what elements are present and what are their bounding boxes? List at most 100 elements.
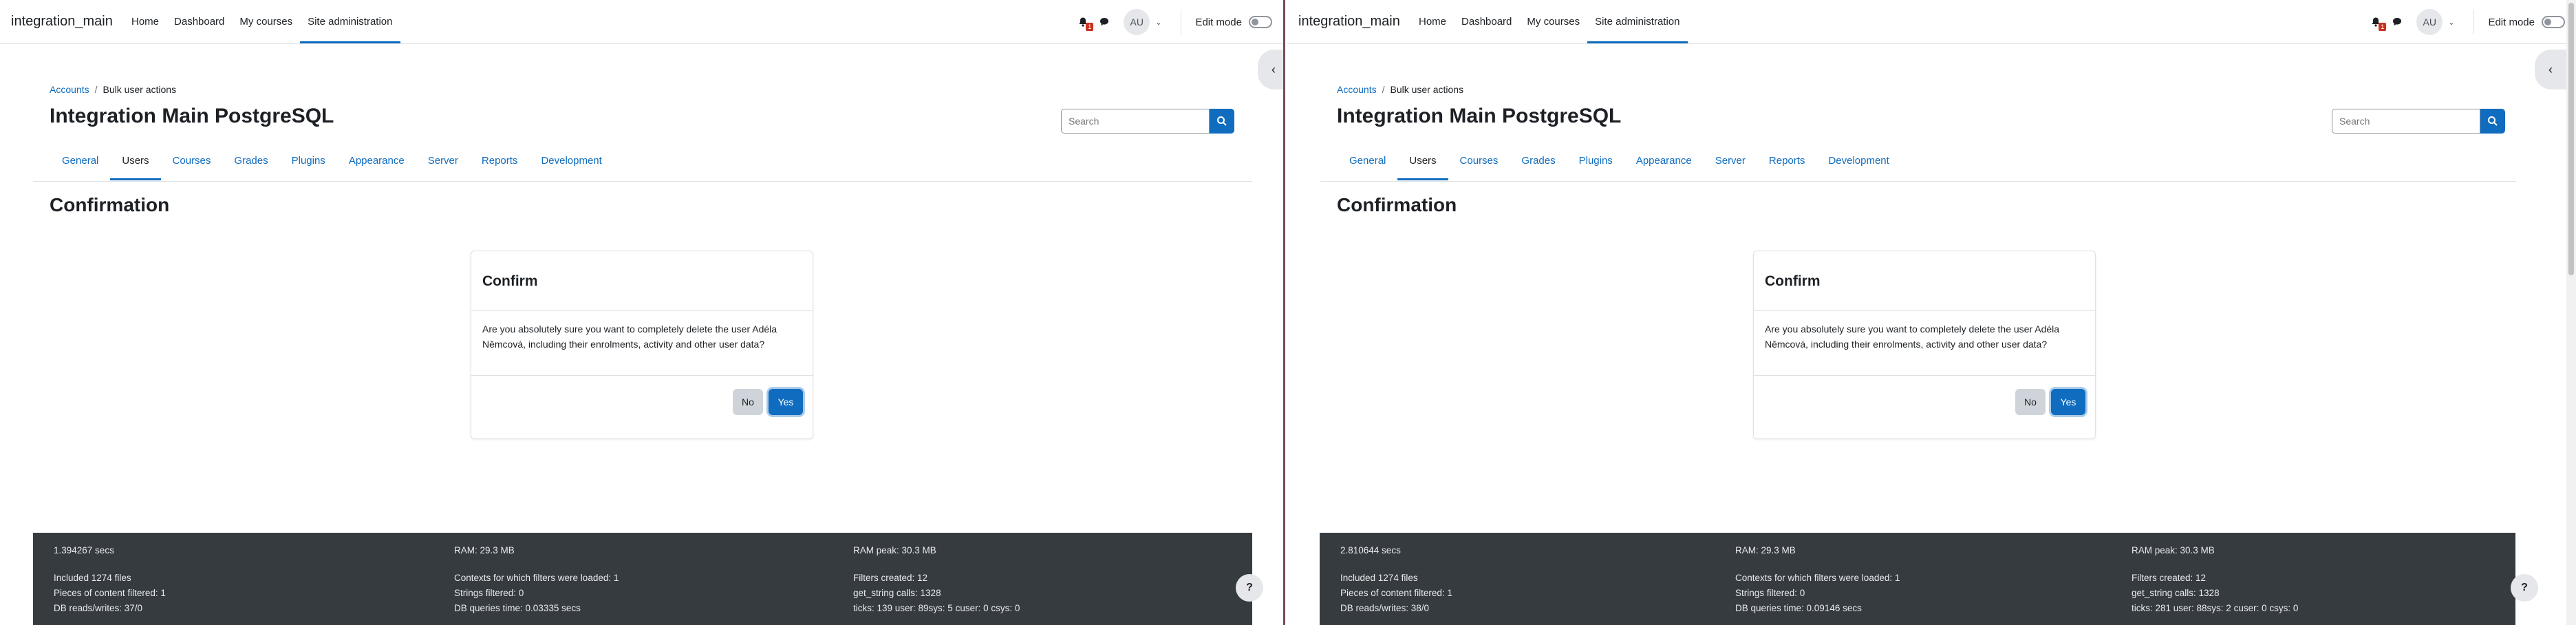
footer-stat: DB queries time: 0.03335 secs: [454, 603, 581, 613]
breadcrumb-current: Bulk user actions: [1390, 84, 1464, 95]
tab-general[interactable]: General: [1337, 147, 1397, 180]
chevron-down-icon[interactable]: ⌄: [1155, 18, 1161, 27]
tab-development[interactable]: Development: [529, 147, 613, 180]
tab-server[interactable]: Server: [416, 147, 470, 180]
yes-button[interactable]: Yes: [769, 389, 803, 415]
page-title: Integration Main PostgreSQL: [50, 105, 334, 127]
dialog-message: Are you absolutely sure you want to comp…: [1765, 324, 2060, 350]
footer-stat: 2.810644 secs: [1340, 545, 1401, 555]
question-icon[interactable]: ?: [2511, 574, 2538, 602]
nav-site-administration[interactable]: Site administration: [300, 0, 400, 43]
tab-general[interactable]: General: [50, 147, 110, 180]
dialog-divider: [471, 310, 813, 311]
user-navigation: 1 AU ⌄ Edit mode: [1075, 0, 1272, 44]
footer-stat: RAM: 29.3 MB: [454, 545, 515, 555]
magnifier-icon[interactable]: [1210, 109, 1234, 134]
bell-icon[interactable]: 1: [2368, 14, 2387, 31]
chat-bubble-icon[interactable]: [1097, 15, 1111, 29]
breadcrumb-separator: /: [94, 84, 98, 95]
footer-stat: DB reads/writes: 38/0: [1340, 603, 1430, 613]
nav-dashboard[interactable]: Dashboard: [167, 0, 232, 43]
bell-icon[interactable]: 1: [1075, 14, 1094, 31]
footer-stat: ticks: 139 user: 89sys: 5 cuser: 0 csys:…: [853, 603, 1020, 613]
top-navbar: integration_main Home Dashboard My courses…: [0, 0, 1283, 44]
chevron-left-icon[interactable]: ‹: [1258, 50, 1283, 89]
chat-bubble-icon[interactable]: [2390, 15, 2404, 29]
footer-stat: Pieces of content filtered: 1: [54, 588, 166, 598]
search-input[interactable]: [2332, 109, 2480, 134]
footer-stat: Filters created: 12: [2132, 573, 2207, 583]
no-button[interactable]: No: [733, 389, 763, 415]
primary-navigation: Home Dashboard My courses Site administrati…: [1411, 0, 1688, 43]
footer-stat: RAM peak: 30.3 MB: [2132, 545, 2215, 555]
nav-dashboard[interactable]: Dashboard: [1454, 0, 1519, 43]
page-scrollbar[interactable]: [2566, 0, 2576, 625]
section-heading: Confirmation: [50, 194, 170, 215]
tab-appearance[interactable]: Appearance: [1624, 147, 1704, 180]
tab-development[interactable]: Development: [1816, 147, 1900, 180]
tab-grades[interactable]: Grades: [1510, 147, 1567, 180]
chevron-left-icon[interactable]: ‹: [2535, 50, 2566, 89]
magnifier-icon[interactable]: [2480, 109, 2505, 134]
tab-reports[interactable]: Reports: [470, 147, 530, 180]
nav-my-courses[interactable]: My courses: [232, 0, 300, 43]
edit-mode-toggle[interactable]: [1249, 16, 1272, 28]
tab-courses[interactable]: Courses: [1448, 147, 1510, 180]
footer-stat: Strings filtered: 0: [1735, 588, 1805, 598]
tab-reports[interactable]: Reports: [1757, 147, 1817, 180]
tabs-divider: [1320, 181, 2516, 182]
footer-stat: RAM peak: 30.3 MB: [853, 545, 936, 555]
site-brand[interactable]: integration_main: [11, 14, 113, 30]
footer-stat: get_string calls: 1328: [853, 588, 941, 598]
footer-stat: 1.394267 secs: [54, 545, 114, 555]
no-button[interactable]: No: [2015, 389, 2046, 415]
dialog-title: Confirm: [1765, 273, 1821, 289]
confirm-dialog: Confirm Are you absolutely sure you want…: [1753, 251, 2096, 439]
dialog-divider: [1754, 375, 2095, 376]
tab-server[interactable]: Server: [1704, 147, 1757, 180]
navbar-divider: [2473, 10, 2475, 34]
nav-site-administration[interactable]: Site administration: [1587, 0, 1688, 43]
admin-tabs: General Users Courses Grades Plugins Appearan…: [1337, 147, 1901, 180]
tab-users[interactable]: Users: [1397, 147, 1448, 180]
tab-appearance[interactable]: Appearance: [337, 147, 416, 180]
footer-stat: Contexts for which filters were loaded: …: [1735, 573, 1900, 583]
tab-users[interactable]: Users: [110, 147, 161, 180]
user-avatar[interactable]: AU: [1124, 9, 1150, 35]
tab-plugins[interactable]: Plugins: [1567, 147, 1624, 180]
edit-mode-label: Edit mode: [2488, 16, 2535, 28]
admin-tabs: General Users Courses Grades Plugins Appearan…: [50, 147, 614, 180]
tab-courses[interactable]: Courses: [161, 147, 223, 180]
search-input[interactable]: [1061, 109, 1210, 134]
tab-grades[interactable]: Grades: [222, 147, 279, 180]
breadcrumb-accounts-link[interactable]: Accounts: [50, 84, 89, 95]
breadcrumb: Accounts / Bulk user actions: [1337, 84, 1463, 95]
breadcrumb-accounts-link[interactable]: Accounts: [1337, 84, 1377, 95]
footer-stat: RAM: 29.3 MB: [1735, 545, 1796, 555]
breadcrumb: Accounts / Bulk user actions: [50, 84, 176, 95]
nav-my-courses[interactable]: My courses: [1519, 0, 1587, 43]
breadcrumb-current: Bulk user actions: [103, 84, 177, 95]
dialog-title: Confirm: [482, 273, 538, 289]
notification-count-badge: 1: [1086, 23, 1094, 31]
question-icon[interactable]: ?: [1236, 574, 1263, 602]
chevron-down-icon[interactable]: ⌄: [2448, 18, 2454, 27]
tab-plugins[interactable]: Plugins: [280, 147, 337, 180]
footer-stat: Filters created: 12: [853, 573, 928, 583]
edit-mode-toggle[interactable]: [2542, 16, 2565, 28]
nav-home[interactable]: Home: [1411, 0, 1454, 43]
site-brand[interactable]: integration_main: [1298, 14, 1400, 30]
admin-search: [1061, 109, 1234, 135]
footer-stat: Included 1274 files: [1340, 573, 1418, 583]
yes-button[interactable]: Yes: [2051, 389, 2085, 415]
footer-stat: Included 1274 files: [54, 573, 131, 583]
footer-stat: DB queries time: 0.09146 secs: [1735, 603, 1862, 613]
top-navbar: integration_main Home Dashboard My courses…: [1287, 0, 2576, 44]
tabs-divider: [33, 181, 1252, 182]
user-avatar[interactable]: AU: [2416, 9, 2443, 35]
scrollbar-thumb[interactable]: [2568, 3, 2574, 275]
user-navigation: 1 AU ⌄ Edit mode: [2368, 0, 2565, 44]
nav-home[interactable]: Home: [124, 0, 167, 43]
dialog-message: Are you absolutely sure you want to comp…: [482, 324, 777, 350]
dialog-divider: [1754, 310, 2095, 311]
